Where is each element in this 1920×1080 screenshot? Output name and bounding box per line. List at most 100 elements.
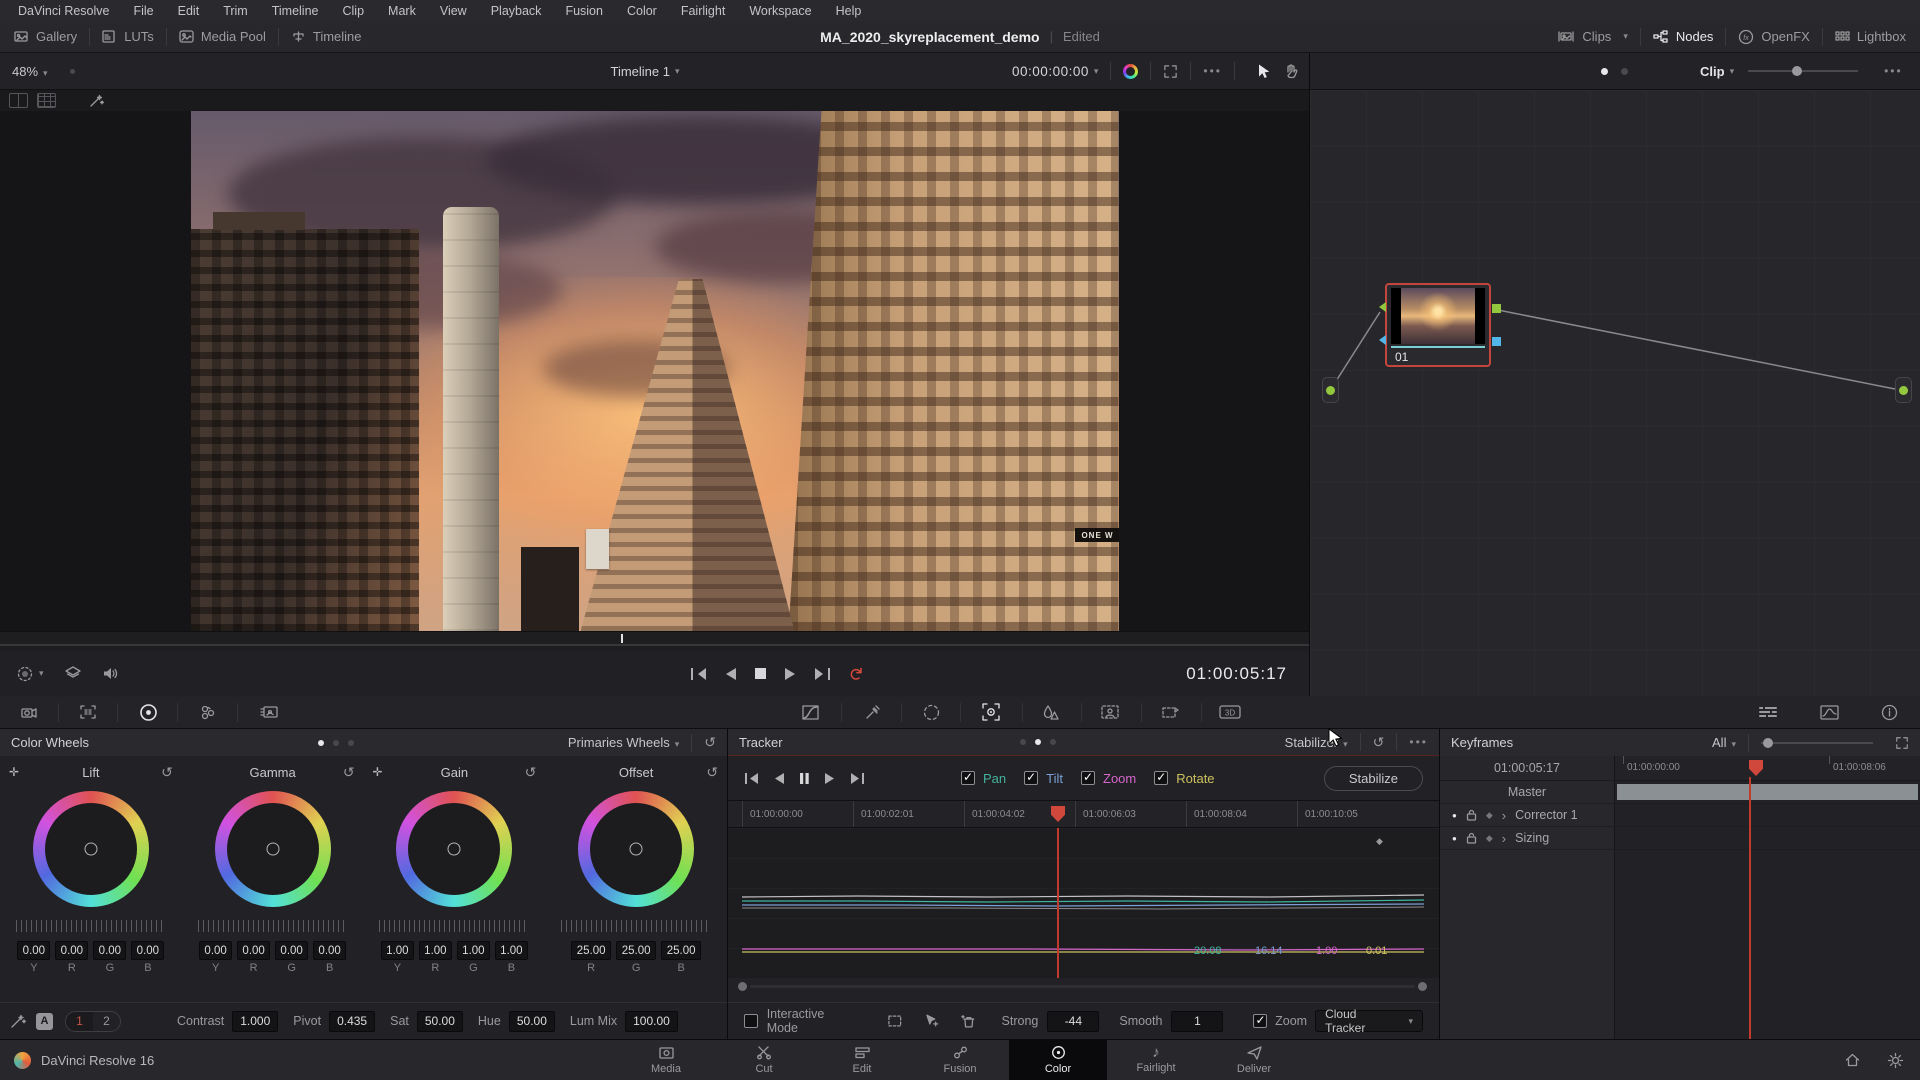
slider-knob[interactable] <box>1763 738 1773 748</box>
gamma-master-slider[interactable] <box>198 920 348 932</box>
wheels-page-toggle[interactable]: 1 2 <box>65 1011 121 1032</box>
menu-item-color[interactable]: Color <box>627 4 657 18</box>
node-zoom-slider[interactable] <box>1748 70 1858 72</box>
sat-field[interactable]: 50.00 <box>417 1011 463 1032</box>
menu-item-app[interactable]: DaVinci Resolve <box>18 4 109 18</box>
gain-b-value[interactable]: 1.00 <box>495 941 528 960</box>
scrollbar-left-nub[interactable] <box>738 982 747 991</box>
page-tab-deliver[interactable]: Deliver <box>1205 1040 1303 1080</box>
timeline-selector[interactable]: Timeline 1▾ <box>610 64 679 79</box>
lum-mix-field[interactable]: 100.00 <box>625 1011 678 1032</box>
viewer-zoom-select[interactable]: 48%▾ <box>12 64 48 79</box>
lift-master-slider[interactable] <box>16 920 166 932</box>
menu-item-workspace[interactable]: Workspace <box>749 4 811 18</box>
nodes-button[interactable]: Nodes <box>1653 29 1714 44</box>
page-1-tab[interactable]: 1 <box>66 1012 93 1031</box>
last-frame-button[interactable] <box>814 667 831 681</box>
curves-palette-button[interactable] <box>793 696 827 728</box>
keyframes-row-corrector1[interactable]: ● ◆ › Corrector 1 <box>1440 804 1920 827</box>
pan-checkbox[interactable] <box>961 771 975 785</box>
qualifier-palette-button[interactable] <box>855 696 889 728</box>
keyframes-ruler[interactable]: 01:00:00:00 01:00:08:06 <box>1615 756 1920 780</box>
source-node[interactable] <box>1322 377 1339 403</box>
offset-color-wheel[interactable] <box>578 791 694 907</box>
key-palette-button[interactable] <box>1093 696 1127 728</box>
gain-g-value[interactable]: 1.00 <box>457 941 490 960</box>
node-view-select[interactable]: Clip <box>1700 64 1725 79</box>
jog-playhead[interactable] <box>621 634 623 643</box>
lift-b-value[interactable]: 0.00 <box>131 941 164 960</box>
tilt-checkbox[interactable] <box>1024 771 1038 785</box>
page-tab-media[interactable]: Media <box>617 1040 715 1080</box>
palette-page-dots[interactable] <box>1020 739 1056 745</box>
enable-dot-icon[interactable]: ● <box>1452 811 1457 820</box>
lift-y-value[interactable]: 0.00 <box>17 941 50 960</box>
menu-item-fusion[interactable]: Fusion <box>565 4 603 18</box>
wheels-mode-select[interactable]: Primaries Wheels▾ <box>568 735 679 750</box>
gain-y-value[interactable]: 1.00 <box>381 941 414 960</box>
enable-dot-icon[interactable]: ● <box>1452 834 1457 843</box>
marker-tool-button[interactable]: ▾ <box>16 665 44 683</box>
split-wipe-icon[interactable] <box>9 93 28 108</box>
tracker-ruler[interactable]: 01:00:00:00 01:00:02:01 01:00:04:02 01:0… <box>728 800 1439 828</box>
offset-master-slider[interactable] <box>561 920 711 932</box>
node-dot-indicator-2[interactable] <box>1621 68 1628 75</box>
gain-reset-icon[interactable]: ↺ <box>525 764 537 781</box>
strong-field[interactable]: -44 <box>1047 1011 1099 1032</box>
scopes-button[interactable] <box>1812 696 1846 728</box>
tracker-zoom-checkbox[interactable] <box>1253 1014 1267 1028</box>
step-back-button[interactable] <box>724 667 737 681</box>
tracker-options-menu[interactable]: ••• <box>1409 735 1428 749</box>
grid-view-icon[interactable] <box>37 93 56 108</box>
camera-raw-palette-button[interactable] <box>12 696 46 728</box>
offset-b-value[interactable]: 25.00 <box>661 941 701 960</box>
clips-button[interactable]: Clips ▾ <box>1557 29 1627 44</box>
zoom-checkbox[interactable] <box>1081 771 1095 785</box>
lock-icon[interactable] <box>1466 809 1477 821</box>
track-forward-button[interactable] <box>824 772 836 785</box>
blur-palette-button[interactable] <box>1033 696 1067 728</box>
sizing-palette-button[interactable] <box>1153 696 1187 728</box>
lift-r-value[interactable]: 0.00 <box>55 941 88 960</box>
menu-item-clip[interactable]: Clip <box>343 4 365 18</box>
scrollbar-right-nub[interactable] <box>1418 982 1427 991</box>
track-to-end-button[interactable] <box>850 772 865 785</box>
tracker-graph[interactable]: ◆ 20.08 16.14 1.00 0.01 <box>728 828 1439 978</box>
tracker-scrollbar[interactable] <box>728 978 1439 995</box>
auto-wand-icon[interactable] <box>10 1013 27 1029</box>
corrector-node-01[interactable]: 01 <box>1385 283 1491 367</box>
node-graph[interactable]: 01 <box>1310 90 1920 696</box>
luts-button[interactable]: LUTs <box>102 29 154 44</box>
expand-chevron-icon[interactable]: › <box>1502 831 1506 846</box>
offset-reset-icon[interactable]: ↺ <box>706 764 718 781</box>
smooth-field[interactable]: 1 <box>1171 1011 1223 1032</box>
marquee-icon[interactable] <box>887 1014 903 1028</box>
viewer-jog-bar[interactable] <box>0 631 1309 651</box>
gear-icon[interactable] <box>1887 1052 1904 1069</box>
menu-item-mark[interactable]: Mark <box>388 4 416 18</box>
reset-all-icon[interactable]: ↺ <box>704 734 716 751</box>
keyframe-diamond-icon[interactable]: ◆ <box>1486 810 1493 821</box>
hand-tool-icon[interactable] <box>1283 63 1299 79</box>
menu-item-file[interactable]: File <box>133 4 153 18</box>
tracker-reset-icon[interactable]: ↺ <box>1373 734 1385 751</box>
keyframe-diamond-icon[interactable]: ◆ <box>1376 836 1383 847</box>
rotate-checkbox[interactable] <box>1154 771 1168 785</box>
chevron-down-icon[interactable]: ▾ <box>1094 66 1099 77</box>
tracker-palette-button[interactable] <box>974 696 1008 728</box>
gamma-reset-icon[interactable]: ↺ <box>343 764 355 781</box>
rgb-output-icon[interactable] <box>1492 304 1501 313</box>
gallery-compare-button[interactable] <box>1751 696 1785 728</box>
expand-panel-icon[interactable] <box>1895 736 1909 750</box>
color-boost-icon[interactable] <box>1123 64 1138 79</box>
viewer-options-menu[interactable]: ••• <box>1203 64 1222 78</box>
viewer-canvas[interactable]: ONE W <box>0 111 1309 631</box>
lift-color-wheel[interactable] <box>33 791 149 907</box>
add-point-cursor-icon[interactable] <box>924 1014 939 1028</box>
info-button[interactable] <box>1872 696 1906 728</box>
first-frame-button[interactable] <box>690 667 707 681</box>
timeline-button[interactable]: Timeline <box>291 29 362 44</box>
media-pool-button[interactable]: Media Pool <box>179 29 266 44</box>
expand-viewer-icon[interactable] <box>1163 64 1178 79</box>
track-back-button[interactable] <box>773 772 785 785</box>
